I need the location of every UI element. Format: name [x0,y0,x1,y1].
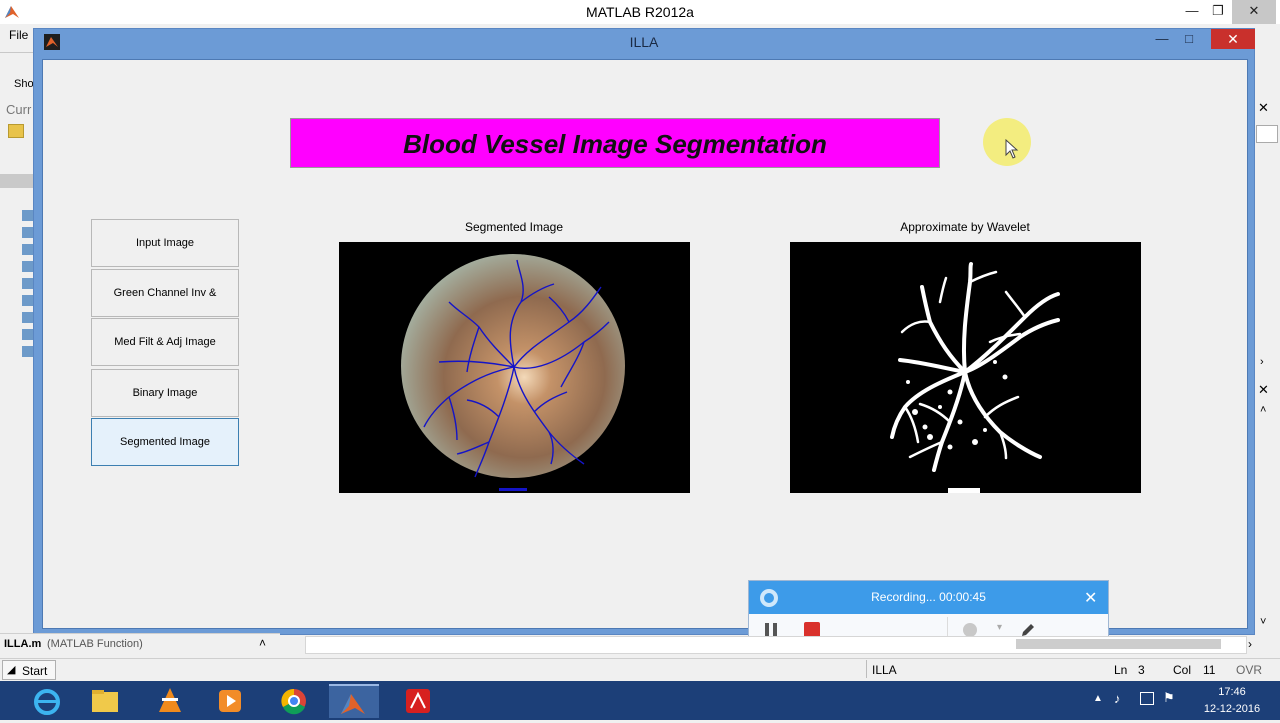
clock-date[interactable]: 12-12-2016 [1196,703,1268,715]
scroll-up-icon[interactable]: ˄ [1260,404,1266,416]
vlc-icon[interactable] [145,684,195,718]
m-file-icon[interactable] [22,295,33,306]
binary-image-button[interactable]: Binary Image [91,369,239,417]
m-file-icon[interactable] [22,312,33,323]
acrobat-icon[interactable] [393,684,443,718]
m-file-icon[interactable] [22,346,33,357]
overwrite-mode: OVR [1236,663,1263,677]
matlab-icon[interactable] [329,684,379,718]
status-bar: ◢ Start ILLA Ln 3 Col 11 OVR [0,658,1280,681]
banner-title: Blood Vessel Image Segmentation [403,129,827,159]
start-triangle-icon: ◢ [7,664,16,676]
segmented-image-button[interactable]: Segmented Image [91,418,239,466]
scrollbar-thumb[interactable] [1016,639,1221,649]
recorder-header: Recording... 00:00:45 ✕ [749,581,1108,614]
current-file-type: (MATLAB Function) [47,638,143,650]
line-number: 3 [1138,663,1145,677]
start-button[interactable]: ◢ Start [2,660,56,680]
dropdown-arrow-icon[interactable] [1256,125,1278,143]
title-banner: Blood Vessel Image Segmentation [290,118,940,168]
current-folder-label: Curr [6,102,32,117]
chrome-icon[interactable] [269,684,319,718]
network-icon[interactable] [1140,692,1154,705]
m-file-icon[interactable] [22,210,33,221]
recording-status: Recording... 00:00:45 [871,590,986,604]
green-channel-button[interactable]: Green Channel Inv & Enhance [91,269,239,345]
minimize-button[interactable]: — [1178,0,1206,24]
close-panel-icon[interactable]: ✕ [1258,382,1269,398]
m-file-icon[interactable] [22,227,33,238]
window-title: MATLAB R2012a [586,4,694,20]
m-file-icon[interactable] [22,244,33,255]
function-name: ILLA [872,663,897,677]
scroll-down-icon[interactable]: ˅ [1260,616,1266,628]
wavelet-image-axes [790,242,1141,493]
internet-explorer-icon[interactable] [22,684,72,718]
chevron-down-icon[interactable]: ▾ [997,622,1002,633]
horizontal-scrollbar[interactable] [305,636,1247,654]
taskbar: ▲ ♪ ⚑ 17:46 12-12-2016 [0,681,1280,720]
clock-time[interactable]: 17:46 [1196,686,1268,698]
matlab-titlebar: MATLAB R2012a — ❐ ✕ [0,0,1280,24]
start-label: Start [22,664,48,678]
file-explorer-icon[interactable] [80,684,130,718]
media-player-icon[interactable] [205,684,255,718]
menu-file[interactable]: File [9,28,28,42]
column-number: 11 [1203,663,1216,677]
figure-close-button[interactable]: ✕ [1211,29,1255,49]
input-image-button[interactable]: Input Image [91,219,239,267]
current-file-bar: ILLA.m (MATLAB Function) ˄ [0,633,280,656]
webcam-icon[interactable] [963,623,977,637]
close-icon[interactable]: ✕ [1084,588,1097,608]
current-file-name[interactable]: ILLA.m [4,638,41,650]
action-center-icon[interactable]: ⚑ [1163,690,1175,706]
folder-icon[interactable] [8,124,24,138]
chevron-up-icon[interactable]: ˄ [259,636,266,650]
figure-title: ILLA [629,34,659,50]
wavelet-image-title: Approximate by Wavelet [900,220,1030,234]
shortcuts-label[interactable]: Sho [14,78,34,90]
segmented-image-axes [339,242,690,493]
m-file-icon[interactable] [22,261,33,272]
line-label: Ln [1114,663,1128,677]
m-file-icon[interactable] [22,278,33,289]
close-panel-icon[interactable]: ✕ [1258,100,1269,116]
wavelet-vessel-image [890,262,1060,493]
segmented-fundus-image [401,254,625,491]
figure-maximize-button[interactable]: □ [1176,29,1202,49]
scroll-right-icon[interactable]: › [1260,356,1264,368]
figure-minimize-button[interactable]: — [1149,29,1175,49]
maximize-button[interactable]: ❐ [1204,0,1232,24]
function-name-panel: ILLA [866,660,1107,678]
column-label: Col [1173,663,1192,677]
volume-icon[interactable]: ♪ [1114,691,1121,706]
tray-chevron-icon[interactable]: ▲ [1093,693,1103,704]
segmented-image-title: Segmented Image [464,220,564,234]
close-button[interactable]: ✕ [1232,0,1276,24]
mouse-pointer-icon [1005,139,1019,159]
scroll-right-icon[interactable]: › [1248,637,1252,651]
m-file-icon[interactable] [22,329,33,340]
med-filt-button[interactable]: Med Filt & Adj Image [91,318,239,366]
figure-titlebar: ILLA — □ ✕ [34,29,1255,55]
